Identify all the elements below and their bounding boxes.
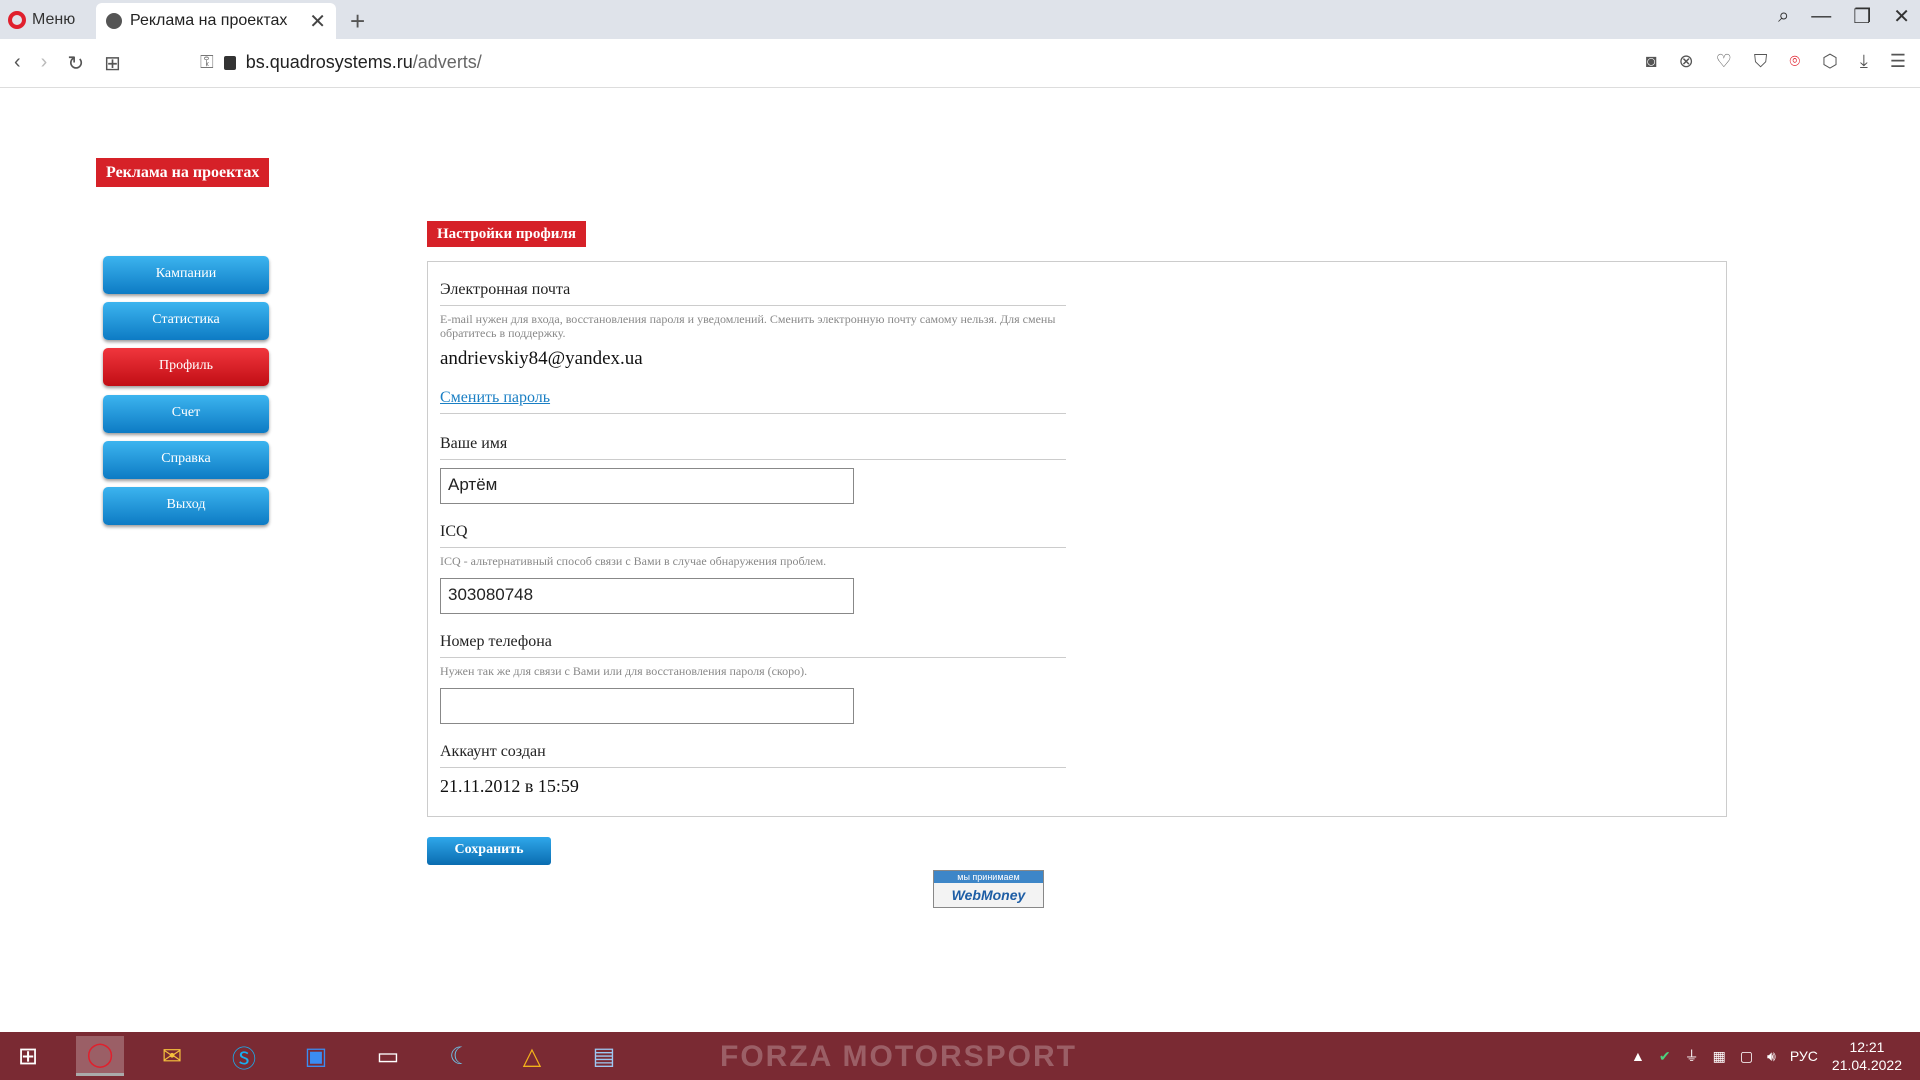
- close-window-icon[interactable]: ✕: [1893, 4, 1910, 29]
- globe-icon: [106, 13, 122, 29]
- icq-label: ICQ: [440, 523, 1066, 548]
- email-label: Электронная почта: [440, 281, 1066, 306]
- clock-date: 21.04.2022: [1831, 1057, 1902, 1073]
- phone-hint: Нужен так же для связи с Вами или для во…: [440, 664, 808, 678]
- skype-icon[interactable]: Ⓢ: [220, 1036, 268, 1076]
- windows-start-icon[interactable]: ⊞: [4, 1036, 52, 1076]
- icq-hint: ICQ - альтернативный способ связи с Вами…: [440, 554, 827, 568]
- zoom-icon[interactable]: ▣: [292, 1036, 340, 1076]
- site-label: Реклама на проектах: [96, 158, 270, 187]
- opera-taskbar-icon[interactable]: ◯: [76, 1036, 124, 1076]
- url-field[interactable]: ⚿ bs.quadrosystems.ru/adverts/: [200, 52, 482, 73]
- easy-setup-icon[interactable]: ☰: [1890, 51, 1906, 72]
- address-bar: ‹ › ↻ ⊞ ⚿ bs.quadrosystems.ru/adverts/ ◙…: [0, 39, 1920, 88]
- wallpaper-text: FORZA MOTORSPORT: [720, 1040, 1077, 1073]
- taskbar: FORZA MOTORSPORT ⊞ ◯ ✉ Ⓢ ▣ ▭ ☾ △ ▤ ▲ ✔ ⏚…: [0, 1032, 1920, 1080]
- sidebar-item-campaigns[interactable]: Кампании: [103, 256, 269, 294]
- url-host: bs.quadrosystems.ru: [245, 52, 413, 72]
- browser-tabstrip: Меню Реклама на проектах ✕ + ⌕ — ❐ ✕: [0, 0, 1920, 39]
- moon-app-icon[interactable]: ☾: [436, 1036, 484, 1076]
- nav-buttons: ‹ › ↻ ⊞: [14, 51, 121, 76]
- icq-input[interactable]: 303080748: [440, 578, 854, 614]
- email-value: andrievskiy84@yandex.ua: [440, 348, 643, 369]
- change-password-block: Сменить пароль: [440, 389, 1066, 414]
- tab-title: Реклама на проектах: [130, 12, 288, 29]
- mail-app-icon[interactable]: ✉: [148, 1036, 196, 1076]
- language-indicator[interactable]: РУС: [1790, 1048, 1818, 1064]
- browser-tab[interactable]: Реклама на проектах ✕: [96, 3, 336, 39]
- sidebar-item-account[interactable]: Счет: [103, 395, 269, 433]
- back-icon[interactable]: ‹: [14, 51, 21, 76]
- close-tab-icon[interactable]: ✕: [309, 9, 326, 34]
- security-icon[interactable]: ✔: [1659, 1048, 1671, 1065]
- vpn-icon[interactable]: ⌾: [1789, 51, 1800, 72]
- new-tab-button[interactable]: +: [350, 6, 365, 37]
- tray-expand-icon[interactable]: ▲: [1631, 1048, 1645, 1064]
- created-label: Аккаунт создан: [440, 743, 1066, 768]
- name-input[interactable]: Артём: [440, 468, 854, 504]
- created-value: 21.11.2012 в 15:59: [440, 776, 579, 796]
- phone-block: Номер телефона Нужен так же для связи с …: [440, 633, 1066, 678]
- usb-icon[interactable]: ⏚: [1685, 1046, 1699, 1066]
- monitor-icon[interactable]: ▢: [1740, 1048, 1753, 1065]
- heart-icon[interactable]: ♡: [1716, 51, 1732, 72]
- save-button[interactable]: Сохранить: [427, 837, 551, 865]
- opera-menu-button[interactable]: Меню: [8, 8, 75, 32]
- icq-block: ICQ ICQ - альтернативный способ связи с …: [440, 523, 1066, 568]
- sidebar-item-statistics[interactable]: Статистика: [103, 302, 269, 340]
- webmoney-caption: мы принимаем: [934, 871, 1043, 883]
- cube-icon[interactable]: ⬡: [1822, 51, 1838, 72]
- webmoney-badge[interactable]: мы принимаем WebMoney: [933, 870, 1044, 908]
- volume-icon[interactable]: 🔊︎: [1767, 1048, 1776, 1065]
- speed-dial-icon[interactable]: ⊞: [104, 51, 121, 76]
- sidebar-item-help[interactable]: Справка: [103, 441, 269, 479]
- email-block: Электронная почта E-mail нужен для входа…: [440, 281, 1066, 370]
- restore-icon[interactable]: ❐: [1853, 4, 1871, 29]
- shield-icon[interactable]: ⛉: [1754, 51, 1768, 72]
- lock-icon: [223, 55, 236, 70]
- change-password-link[interactable]: Сменить пароль: [440, 389, 550, 406]
- window-controls: ⌕ — ❐ ✕: [1778, 4, 1910, 29]
- menu-label: Меню: [32, 11, 76, 28]
- system-tray: ▲ ✔ ⏚ ▦ ▢ 🔊︎ РУС 12:21 21.04.2022: [1631, 1038, 1902, 1074]
- phone-label: Номер телефона: [440, 633, 1066, 658]
- network-app-icon[interactable]: ▤: [580, 1036, 628, 1076]
- clock-time: 12:21: [1849, 1039, 1885, 1055]
- sidebar-item-profile[interactable]: Профиль: [103, 348, 269, 386]
- web-page: Реклама на проектах Кампании Статистика …: [0, 88, 1920, 1032]
- search-icon[interactable]: ⌕: [1778, 5, 1789, 28]
- download-icon[interactable]: ⤓: [1860, 51, 1868, 72]
- phone-input[interactable]: [440, 688, 854, 724]
- section-title: Настройки профиля: [427, 221, 586, 247]
- camera-icon[interactable]: ◙: [1646, 51, 1657, 72]
- triangle-app-icon[interactable]: △: [508, 1036, 556, 1076]
- adblock-icon[interactable]: ⊗: [1679, 51, 1694, 72]
- minimize-icon[interactable]: —: [1811, 5, 1831, 28]
- opera-logo-icon: [8, 11, 26, 29]
- url-path: /adverts/: [412, 52, 482, 72]
- reload-icon[interactable]: ↻: [67, 51, 84, 76]
- toolbar-icons: ◙ ⊗ ♡ ⛉ ⌾ ⬡ ⤓ ☰: [1646, 51, 1906, 72]
- webmoney-brand: WebMoney: [934, 883, 1043, 907]
- forward-icon[interactable]: ›: [41, 51, 48, 76]
- sidebar-item-logout[interactable]: Выход: [103, 487, 269, 525]
- name-label: Ваше имя: [440, 435, 1066, 460]
- name-block: Ваше имя: [440, 435, 1066, 460]
- clock[interactable]: 12:21 21.04.2022: [1832, 1038, 1902, 1074]
- created-block: Аккаунт создан 21.11.2012 в 15:59: [440, 743, 1066, 797]
- laptop-app-icon[interactable]: ▭: [364, 1036, 412, 1076]
- email-hint: E-mail нужен для входа, восстановления п…: [440, 312, 1056, 340]
- network-icon[interactable]: ▦: [1713, 1048, 1726, 1065]
- key-icon: ⚿: [200, 52, 214, 72]
